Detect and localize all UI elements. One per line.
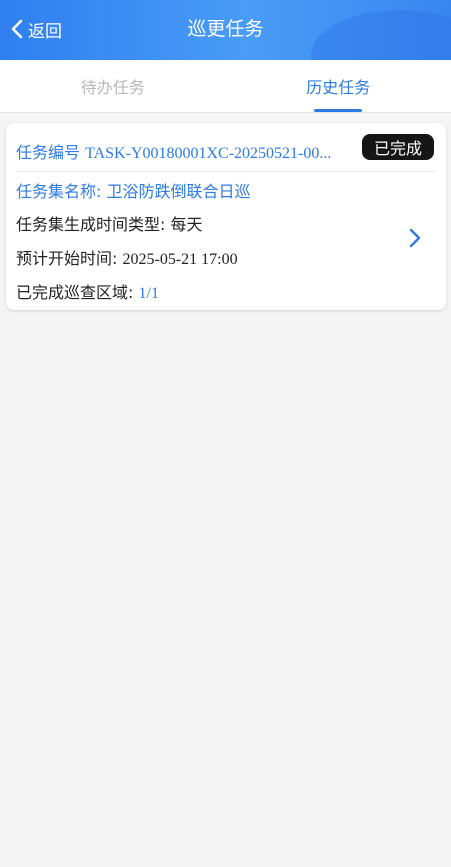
task-gen-type: 任务集生成时间类型: 每天 [16,211,203,235]
chevron-right-icon[interactable] [408,227,422,249]
task-start-value: 2025-05-21 17:00 [122,251,238,268]
task-number-value: TASK-Y00180001XC-20250521-00... [85,145,332,162]
task-set-name-value: 卫浴防跌倒联合日巡 [106,182,251,201]
task-tabs: 待办任务 历史任务 [0,60,451,113]
task-area-value: 1/1 [138,285,159,302]
tab-history-label: 历史任务 [306,78,371,97]
app-header: 返回 巡更任务 [0,0,451,60]
task-card[interactable]: 任务编号 TASK-Y00180001XC-20250521-00... 已完成… [6,123,446,310]
task-number-label: 任务编号 [16,143,81,162]
task-gen-type-value: 每天 [170,215,203,234]
task-gen-type-label: 任务集生成时间类型: [16,215,166,234]
task-set-name: 任务集名称: 卫浴防跌倒联合日巡 [16,178,251,202]
task-start-label: 预计开始时间: [16,249,118,268]
task-set-name-label: 任务集名称: [16,182,102,201]
active-tab-indicator [314,109,363,112]
task-start-time: 预计开始时间: 2025-05-21 17:00 [16,245,238,269]
page-title: 巡更任务 [187,18,264,40]
tab-history[interactable]: 历史任务 [226,60,451,112]
task-area: 已完成巡查区域: 1/1 [16,279,159,303]
tab-pending[interactable]: 待办任务 [0,60,226,112]
task-card-header: 任务编号 TASK-Y00180001XC-20250521-00... 已完成 [16,131,436,172]
tab-pending-label: 待办任务 [80,78,145,97]
task-number: 任务编号 TASK-Y00180001XC-20250521-00... [16,139,350,163]
task-area-label: 已完成巡查区域: [16,283,134,302]
status-badge: 已完成 [361,134,434,160]
